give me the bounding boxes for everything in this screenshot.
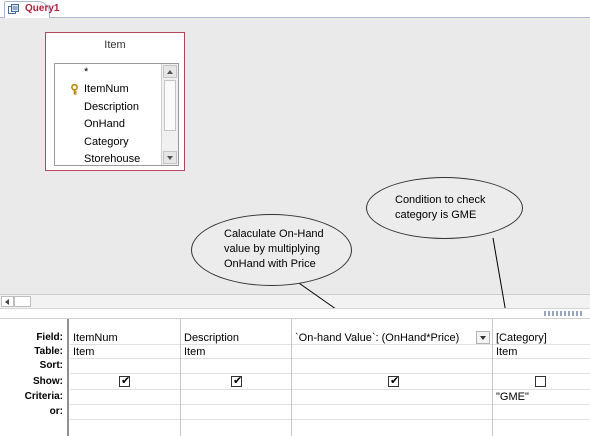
field-item-category[interactable]: Category [84,136,129,148]
field-item-description[interactable]: Description [84,101,139,113]
grid-row-headers: Field: Table: Sort: Show: Criteria: or: [0,319,69,436]
row-label-table: Table: [34,346,63,357]
grid-column-description[interactable]: Description Item ✔ [181,319,292,436]
table-title: Item [104,39,126,51]
splitter-grip[interactable] [544,311,584,316]
row-label-field: Field: [36,332,63,343]
grid-column-category[interactable]: [Category] Item "GME" [493,319,590,436]
check-icon: ✔ [233,374,243,387]
show-checkbox[interactable] [535,376,546,387]
callout-category-condition: Condition to check category is GME [366,177,523,239]
row-label-criteria: Criteria: [24,391,63,402]
callout-category-text: Condition to check category is GME [395,194,486,221]
chevron-left-icon [5,299,9,305]
field-item-storehouse[interactable]: Storehouse [84,153,140,165]
field-item-onhand[interactable]: OnHand [84,118,125,130]
row-label-sort: Sort: [39,360,63,371]
field-dropdown-button[interactable] [476,331,490,344]
table-field-list-window[interactable]: Item * ItemNum Description OnHand Catego… [45,32,185,171]
callout-onhand-text: Calaculate On-Hand value by multiplying … [224,228,324,270]
criteria-cell[interactable]: "GME" [496,391,529,403]
grid-column-onhand-value[interactable]: `On-hand Value`: (OnHand*Price) ✔ [292,319,493,436]
tab-query1[interactable]: Query1 [4,1,59,18]
row-label-or: or: [49,406,63,417]
field-cell[interactable]: Description [184,332,239,344]
field-list-scrollbar[interactable] [161,64,178,165]
field-cell[interactable]: [Category] [496,332,547,344]
document-tab-strip: Query1 [0,0,590,18]
field-list[interactable]: * ItemNum Description OnHand Category St… [54,63,179,166]
chevron-down-icon [480,336,486,340]
scroll-left-button[interactable] [1,296,14,307]
callout-onhand-value: Calaculate On-Hand value by multiplying … [191,214,352,286]
field-cell[interactable]: ItemNum [73,332,118,344]
scroll-down-button[interactable] [163,151,177,164]
horizontal-scroll-thumb[interactable] [14,296,31,307]
query-design-grid[interactable]: Field: Table: Sort: Show: Criteria: or: … [0,318,590,436]
grid-column-itemnum[interactable]: ItemNum Item ✔ [70,319,181,436]
pane-splitter[interactable] [0,308,590,318]
field-item-all[interactable]: * [84,66,88,78]
design-horizontal-scrollbar[interactable] [0,294,590,309]
primary-key-icon [71,84,78,95]
show-checkbox[interactable]: ✔ [231,374,243,387]
chevron-down-icon [167,156,173,160]
table-cell[interactable]: Item [73,346,94,358]
table-cell[interactable]: Item [496,346,517,358]
show-checkbox[interactable]: ✔ [119,374,131,387]
check-icon: ✔ [390,374,400,387]
scroll-thumb[interactable] [164,80,176,131]
tab-label: Query1 [25,3,60,14]
query-icon [8,4,19,14]
scroll-up-button[interactable] [163,65,177,78]
field-cell[interactable]: `On-hand Value`: (OnHand*Price) [295,332,459,344]
show-checkbox[interactable]: ✔ [388,374,400,387]
table-cell[interactable]: Item [184,346,205,358]
row-label-show: Show: [33,376,63,387]
check-icon: ✔ [121,374,131,387]
field-item-itemnum[interactable]: ItemNum [84,83,129,95]
chevron-up-icon [167,70,173,74]
